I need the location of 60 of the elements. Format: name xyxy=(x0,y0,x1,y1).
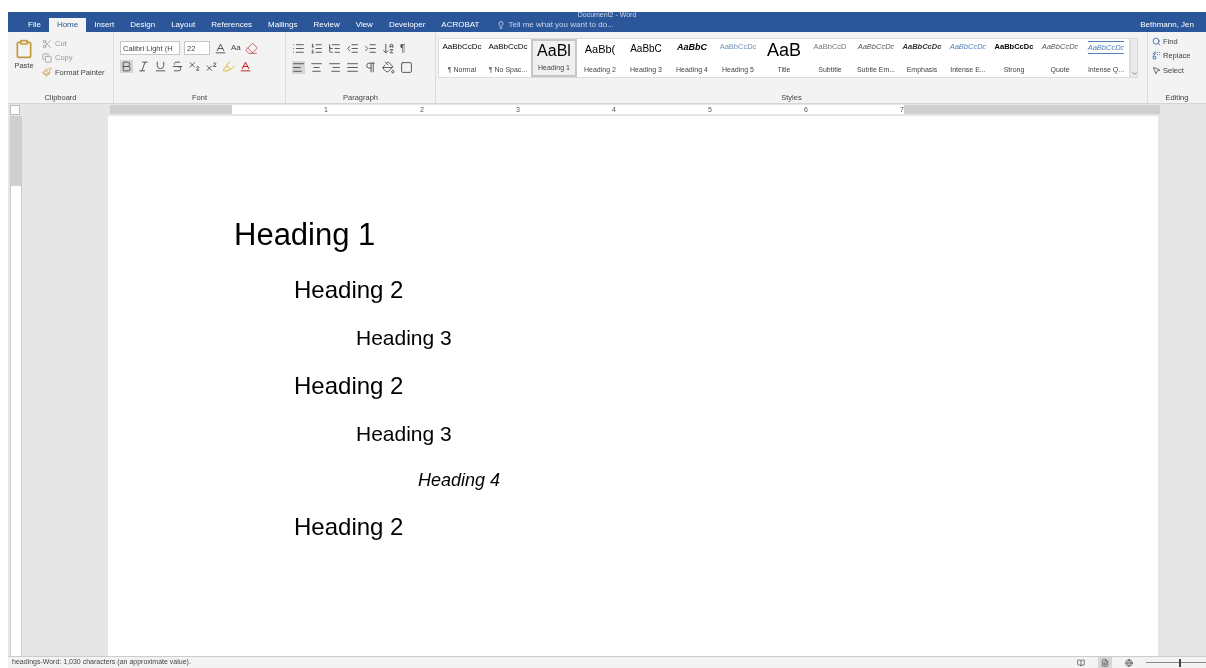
change-case-button[interactable]: Aa xyxy=(231,42,241,54)
ribbon-tab[interactable]: View xyxy=(347,18,381,32)
paintbrush-icon xyxy=(42,67,52,78)
ribbon-tab[interactable]: Home xyxy=(48,18,87,32)
font-color-icon[interactable] xyxy=(239,60,252,73)
clipboard-icon xyxy=(14,38,34,60)
align-center-icon[interactable] xyxy=(310,61,323,74)
decrease-indent-icon[interactable] xyxy=(346,42,359,55)
ribbon-tab[interactable]: Developer xyxy=(380,18,434,32)
sort-icon[interactable] xyxy=(382,42,395,55)
ribbon-tab[interactable]: Layout xyxy=(163,18,204,32)
heading-text: Heading 2 xyxy=(294,511,404,542)
view-icon xyxy=(1077,658,1085,667)
view-icon xyxy=(1125,658,1133,667)
underline-icon[interactable] xyxy=(154,60,167,73)
heading-text: Heading 1 xyxy=(234,216,376,254)
heading-text: Heading 2 xyxy=(294,371,404,401)
chevron-down-icon xyxy=(1130,70,1138,77)
ribbon-tab[interactable]: Mailings xyxy=(260,18,306,32)
multilevel-list-icon[interactable] xyxy=(328,42,341,55)
eraser-icon[interactable] xyxy=(244,41,258,55)
replace-icon xyxy=(1152,51,1161,61)
heading-text: Heading 3 xyxy=(356,421,452,447)
ribbon-tab[interactable]: Review xyxy=(305,18,348,32)
tell-me-input[interactable]: Tell me what you want to do... xyxy=(508,19,669,31)
search-icon xyxy=(1152,37,1161,47)
view-button[interactable] xyxy=(1122,657,1136,668)
scissors-icon xyxy=(42,38,52,49)
heading-text: Heading 3 xyxy=(356,324,452,351)
heading-text: Heading 2 xyxy=(294,274,404,305)
gallery-scrollbar[interactable] xyxy=(1130,38,1138,78)
ribbon-tab[interactable]: File xyxy=(20,18,49,32)
increase-indent-icon[interactable] xyxy=(364,42,377,55)
bold-icon[interactable] xyxy=(120,60,133,73)
view-button[interactable] xyxy=(1074,657,1088,668)
shading-icon[interactable] xyxy=(382,61,395,74)
heading-text: Heading 4 xyxy=(418,469,501,492)
borders-icon[interactable] xyxy=(400,61,413,74)
bullets-icon[interactable] xyxy=(292,42,305,55)
zoom-slider[interactable] xyxy=(1146,658,1206,667)
align-right-icon[interactable] xyxy=(328,61,341,74)
lightbulb-icon xyxy=(497,21,506,29)
ribbon-tab[interactable]: Design xyxy=(122,18,164,32)
justify-icon[interactable] xyxy=(346,61,359,74)
tell-me-field[interactable]: Tell me what you want to do... xyxy=(497,18,669,32)
view-icon xyxy=(1101,658,1109,667)
view-button[interactable] xyxy=(1098,657,1112,668)
ribbon-tab[interactable]: Insert xyxy=(86,18,123,32)
copy-icon xyxy=(42,52,52,63)
pointer-icon xyxy=(1152,65,1161,75)
strikethrough-icon[interactable] xyxy=(171,60,184,73)
show-marks-button[interactable]: ¶ xyxy=(400,41,406,56)
ribbon-tab[interactable]: References xyxy=(203,18,261,32)
numbering-icon[interactable] xyxy=(310,42,323,55)
align-left-icon[interactable] xyxy=(292,61,305,74)
ribbon-tab[interactable]: ACROBAT xyxy=(433,18,488,32)
superscript-icon[interactable] xyxy=(205,60,218,73)
subscript-icon[interactable] xyxy=(188,60,201,73)
italic-icon[interactable] xyxy=(137,60,150,73)
user-name[interactable]: Bethmann, Jen xyxy=(1140,18,1194,32)
